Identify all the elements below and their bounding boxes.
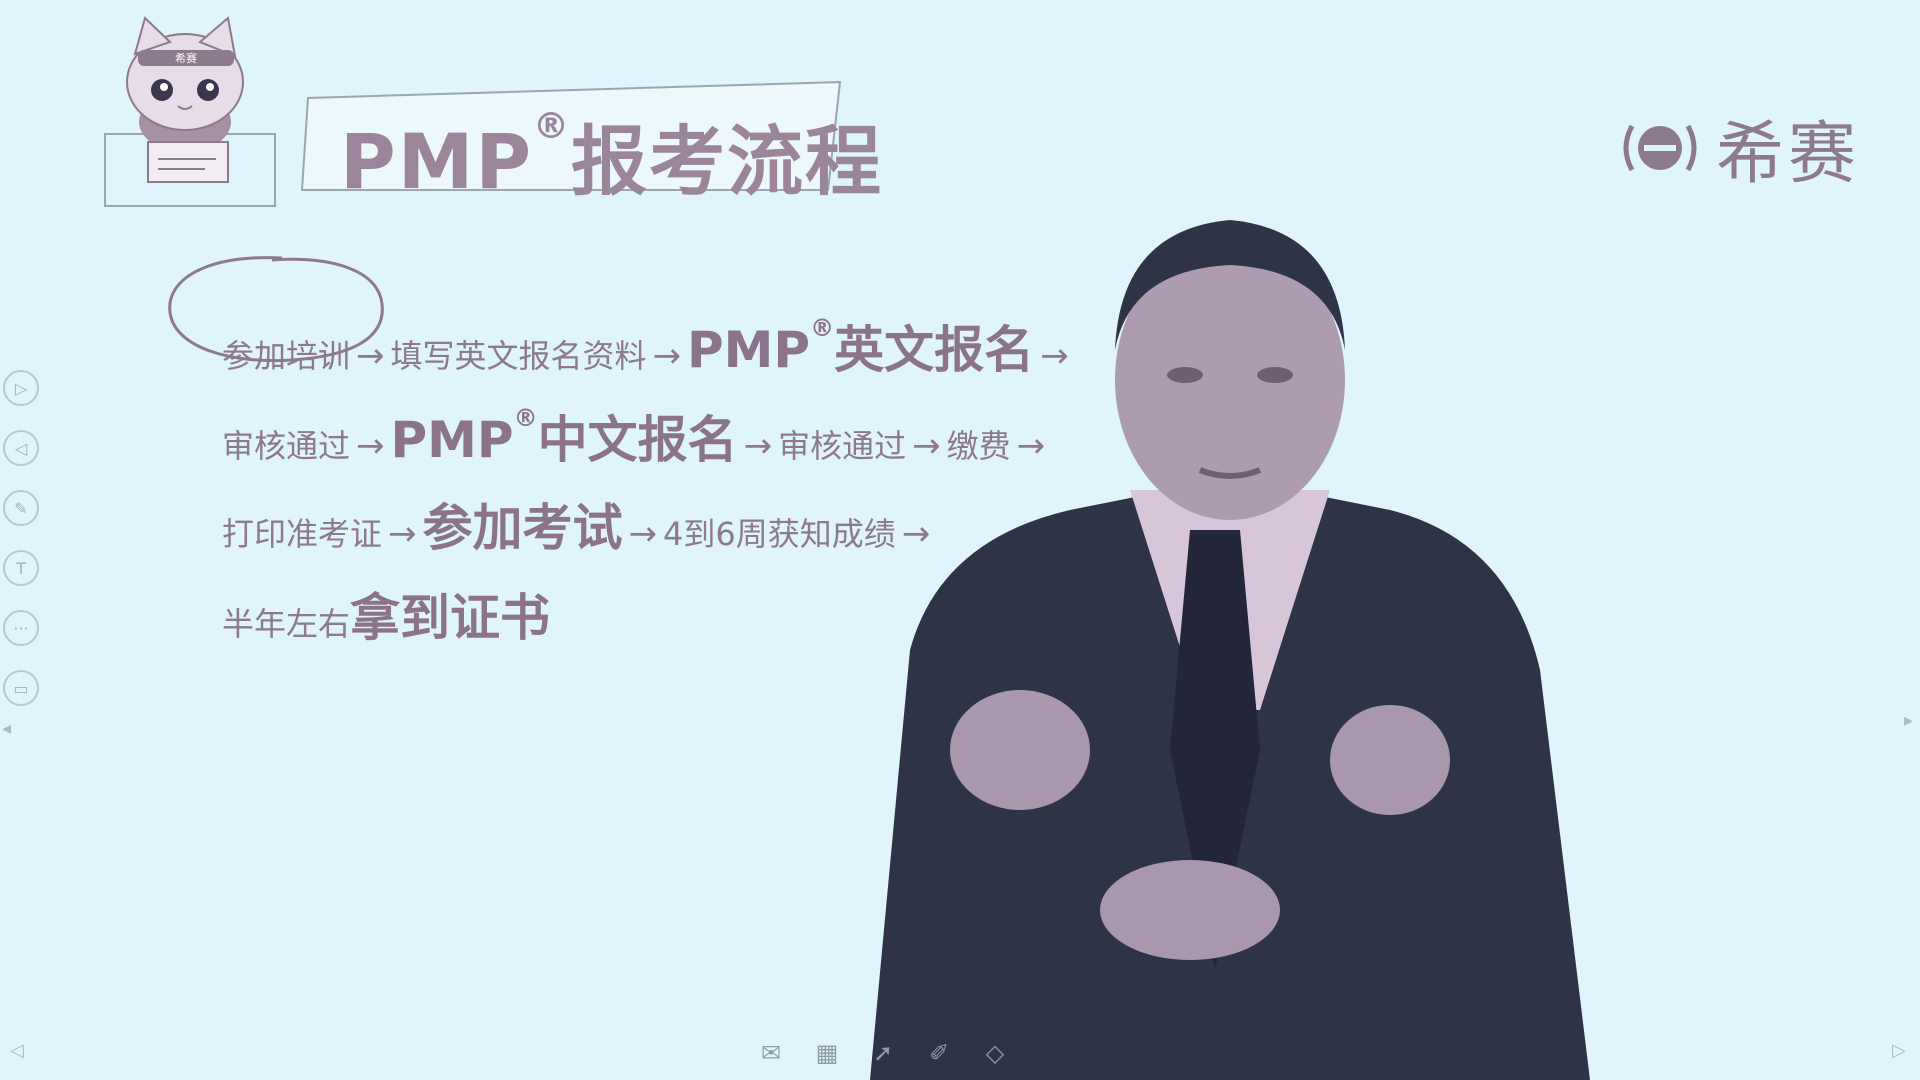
left-edge-handle-icon[interactable]: ◂ xyxy=(2,718,11,739)
pointer-icon[interactable]: ➚ xyxy=(868,1038,898,1068)
step-get-score: 4到6周获知成绩 xyxy=(663,515,896,553)
arrow: → xyxy=(743,426,773,466)
flow-row-3: 打印准考证 → 参加考试 → 4到6周获知成绩 → xyxy=(222,488,936,560)
right-edge-handle-icon[interactable]: ▸ xyxy=(1904,710,1913,731)
next-page-icon[interactable]: ▷ xyxy=(1892,1040,1906,1061)
brush-icon[interactable]: ✐ xyxy=(924,1038,954,1068)
step-chinese-registration: PMP®中文报名 xyxy=(390,404,738,469)
eraser-icon[interactable]: ◇ xyxy=(980,1038,1010,1068)
screen-icon[interactable]: ▭ xyxy=(3,670,39,706)
brand-e-icon xyxy=(1623,124,1697,171)
step-fill-english-info: 填写英文报名资料 xyxy=(390,337,647,375)
flow-row-4: 半年左右拿到证书 xyxy=(222,578,550,650)
arrow: → xyxy=(356,336,385,376)
step-get-certificate: 拿到证书 xyxy=(350,589,551,647)
arrow: → xyxy=(652,336,682,376)
svg-text:希赛: 希赛 xyxy=(175,51,197,65)
brand-logo: 希赛 xyxy=(1618,98,1860,197)
presenter-video xyxy=(870,220,1590,1080)
step-review-passed: 审核通过 xyxy=(222,427,351,465)
page-title: PMP®报考流程 xyxy=(340,106,884,206)
step-half-year: 半年左右 xyxy=(222,605,351,643)
play-next-icon[interactable]: ▷ xyxy=(3,370,39,406)
left-toolbar: ▷ ◁ ✎ T ··· ▭ xyxy=(3,370,39,706)
cat-mascot: 希赛 xyxy=(104,16,276,207)
more-icon[interactable]: ··· xyxy=(3,610,39,646)
bottom-toolbar: ✉ ▦ ➚ ✐ ◇ xyxy=(756,1038,1010,1068)
mail-icon[interactable]: ✉ xyxy=(756,1038,786,1068)
arrow: → xyxy=(628,514,658,554)
grid-icon[interactable]: ▦ xyxy=(812,1038,842,1068)
prev-page-icon[interactable]: ◁ xyxy=(10,1040,24,1061)
pen-icon[interactable]: ✎ xyxy=(3,490,39,526)
arrow: → xyxy=(356,426,385,466)
step-take-exam: 参加考试 xyxy=(422,499,623,557)
step-print-admission: 打印准考证 xyxy=(222,515,383,553)
play-prev-icon[interactable]: ◁ xyxy=(3,430,39,466)
step-training: 参加培训 xyxy=(222,337,351,375)
brand-name: 希赛 xyxy=(1715,115,1860,194)
arrow: → xyxy=(388,514,417,554)
text-icon[interactable]: T xyxy=(3,550,39,586)
